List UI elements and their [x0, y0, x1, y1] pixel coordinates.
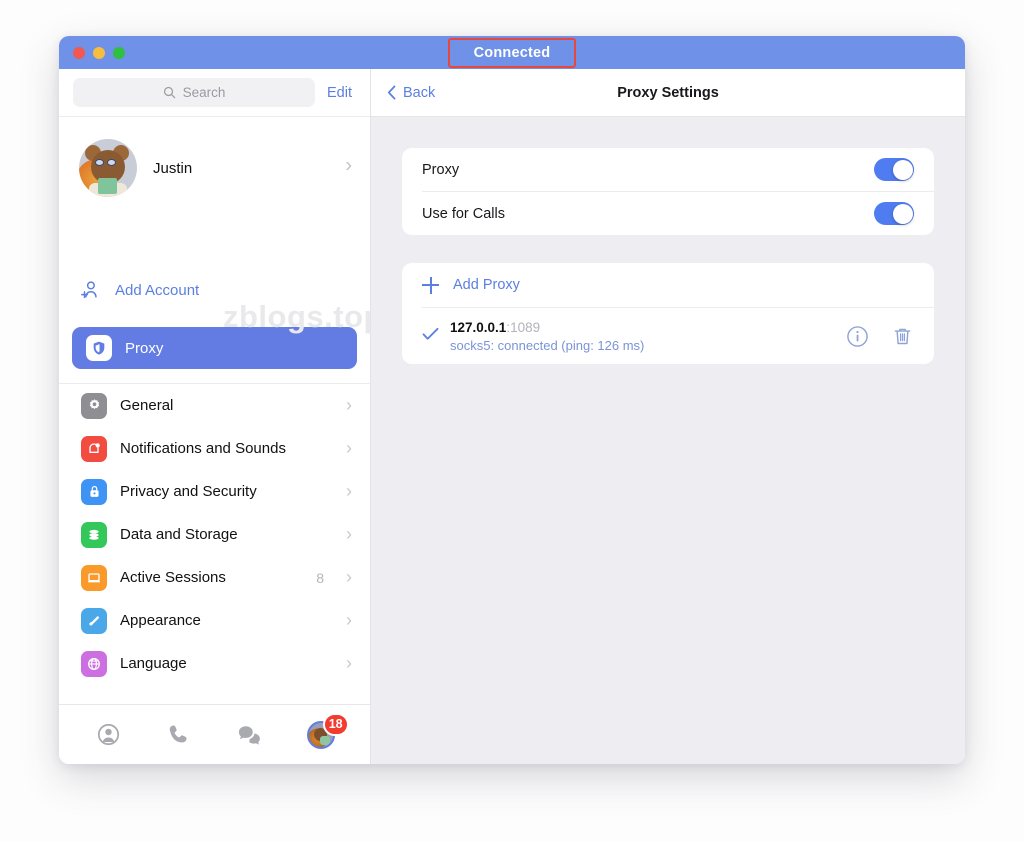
sidebar-item-general-label: General — [120, 397, 174, 414]
sidebar-item-proxy[interactable]: Proxy — [72, 327, 357, 369]
main-content: Proxy Use for Calls Add Proxy 127.0.0.1:… — [371, 117, 965, 764]
traffic-lights — [59, 46, 125, 59]
chevron-right-icon: › — [346, 653, 352, 673]
use-for-calls-toggle[interactable] — [874, 202, 914, 225]
phone-icon — [169, 725, 187, 743]
contacts-tab[interactable] — [85, 715, 131, 755]
sidebar-item-active-sessions[interactable]: Active Sessions 8 › — [59, 556, 370, 599]
shield-icon — [86, 335, 112, 361]
proxy-address: 127.0.0.1:1089 — [450, 320, 846, 335]
chevron-left-icon — [387, 85, 396, 100]
avatar — [79, 139, 137, 197]
sidebar-item-notifications-label: Notifications and Sounds — [120, 440, 286, 457]
add-proxy-label: Add Proxy — [453, 277, 520, 293]
chats-tab[interactable] — [227, 715, 273, 755]
sidebar-item-data-storage-label: Data and Storage — [120, 526, 238, 543]
main-header: Back Proxy Settings — [371, 69, 965, 117]
sidebar: Search Edit Justin › zblogs.top Add Acco… — [59, 69, 371, 764]
sidebar-item-data-storage[interactable]: Data and Storage › — [59, 513, 370, 556]
sidebar-item-language-label: Language — [120, 655, 187, 672]
search-placeholder: Search — [182, 85, 226, 100]
minimize-window-button[interactable] — [93, 46, 105, 59]
unread-badge: 18 — [322, 712, 349, 736]
add-account-button[interactable]: Add Account — [59, 267, 370, 313]
chevron-right-icon: › — [346, 524, 352, 544]
sidebar-toolbar: Search Edit — [59, 69, 370, 117]
sidebar-item-active-sessions-label: Active Sessions — [120, 569, 226, 586]
sidebar-scroll-area[interactable]: Justin › zblogs.top Add Account Proxy Ge… — [59, 117, 370, 704]
sidebar-item-language[interactable]: Language › — [59, 642, 370, 685]
app-window: Connected Search Edit Justin › zblogs.to… — [59, 36, 965, 764]
chevron-right-icon: › — [346, 567, 352, 587]
chevron-right-icon: › — [346, 438, 352, 458]
bell-icon — [81, 435, 107, 462]
check-icon — [422, 326, 442, 346]
sidebar-item-privacy[interactable]: Privacy and Security › — [59, 470, 370, 513]
profile-name: Justin — [153, 159, 193, 177]
person-add-icon — [81, 281, 97, 299]
proxy-toggles-card: Proxy Use for Calls — [402, 148, 934, 235]
search-input[interactable]: Search — [73, 78, 315, 107]
window-body: Search Edit Justin › zblogs.top Add Acco… — [59, 69, 965, 764]
info-icon[interactable] — [846, 325, 869, 348]
sidebar-item-privacy-label: Privacy and Security — [120, 483, 257, 500]
title-bar: Connected — [59, 36, 965, 69]
calls-tab[interactable] — [156, 715, 202, 755]
status-badge: Connected — [447, 37, 577, 68]
chevron-right-icon: › — [345, 154, 352, 177]
search-icon — [163, 86, 175, 99]
proxy-toggle[interactable] — [874, 158, 914, 181]
back-label: Back — [403, 84, 436, 101]
chevron-right-icon: › — [346, 395, 352, 415]
laptop-icon — [81, 564, 107, 591]
row-proxy-label: Proxy — [422, 161, 460, 178]
sidebar-item-active-sessions-count: 8 — [316, 569, 324, 586]
chat-bubbles-icon — [239, 726, 261, 745]
proxy-list-item[interactable]: 127.0.0.1:1089 socks5: connected (ping: … — [402, 308, 934, 364]
row-use-for-calls-label: Use for Calls — [422, 205, 505, 222]
sidebar-item-appearance-label: Appearance — [120, 612, 201, 629]
paintbrush-icon — [81, 607, 107, 634]
zoom-window-button[interactable] — [113, 46, 125, 59]
plus-icon — [422, 276, 439, 294]
gear-icon — [81, 392, 107, 419]
sidebar-item-general[interactable]: General › — [59, 384, 370, 427]
bottom-tab-bar: 18 — [59, 704, 370, 764]
edit-button[interactable]: Edit — [327, 85, 356, 101]
add-proxy-button[interactable]: Add Proxy — [402, 263, 934, 307]
sidebar-item-proxy-label: Proxy — [125, 339, 164, 357]
main-panel: Back Proxy Settings Proxy Use for Calls … — [371, 69, 965, 764]
row-use-for-calls-toggle[interactable]: Use for Calls — [402, 192, 934, 235]
proxy-entry-text: 127.0.0.1:1089 socks5: connected (ping: … — [442, 320, 846, 353]
back-button[interactable]: Back — [371, 85, 435, 101]
globe-icon — [81, 650, 107, 677]
row-proxy-toggle[interactable]: Proxy — [402, 148, 934, 191]
add-account-label: Add Account — [115, 281, 200, 299]
sidebar-item-notifications[interactable]: Notifications and Sounds › — [59, 427, 370, 470]
settings-tab[interactable]: 18 — [298, 712, 349, 755]
chevron-right-icon: › — [346, 610, 352, 630]
profile-row[interactable]: Justin › — [59, 117, 370, 215]
connection-status-wrapper: Connected — [59, 36, 965, 69]
page-root: Connected Search Edit Justin › zblogs.to… — [0, 0, 1024, 841]
close-window-button[interactable] — [73, 46, 85, 59]
database-icon — [81, 521, 107, 548]
lock-icon — [81, 478, 107, 505]
proxy-status: socks5: connected (ping: 126 ms) — [450, 337, 645, 353]
proxy-list-card: Add Proxy 127.0.0.1:1089 socks5: connect… — [402, 263, 934, 364]
sidebar-item-appearance[interactable]: Appearance › — [59, 599, 370, 642]
proxy-port: :1089 — [506, 319, 541, 335]
proxy-host: 127.0.0.1 — [450, 319, 507, 335]
page-title: Proxy Settings — [617, 84, 719, 101]
chevron-right-icon: › — [346, 481, 352, 501]
person-icon — [97, 723, 119, 746]
trash-icon[interactable] — [891, 325, 914, 348]
proxy-entry-actions — [846, 325, 914, 348]
